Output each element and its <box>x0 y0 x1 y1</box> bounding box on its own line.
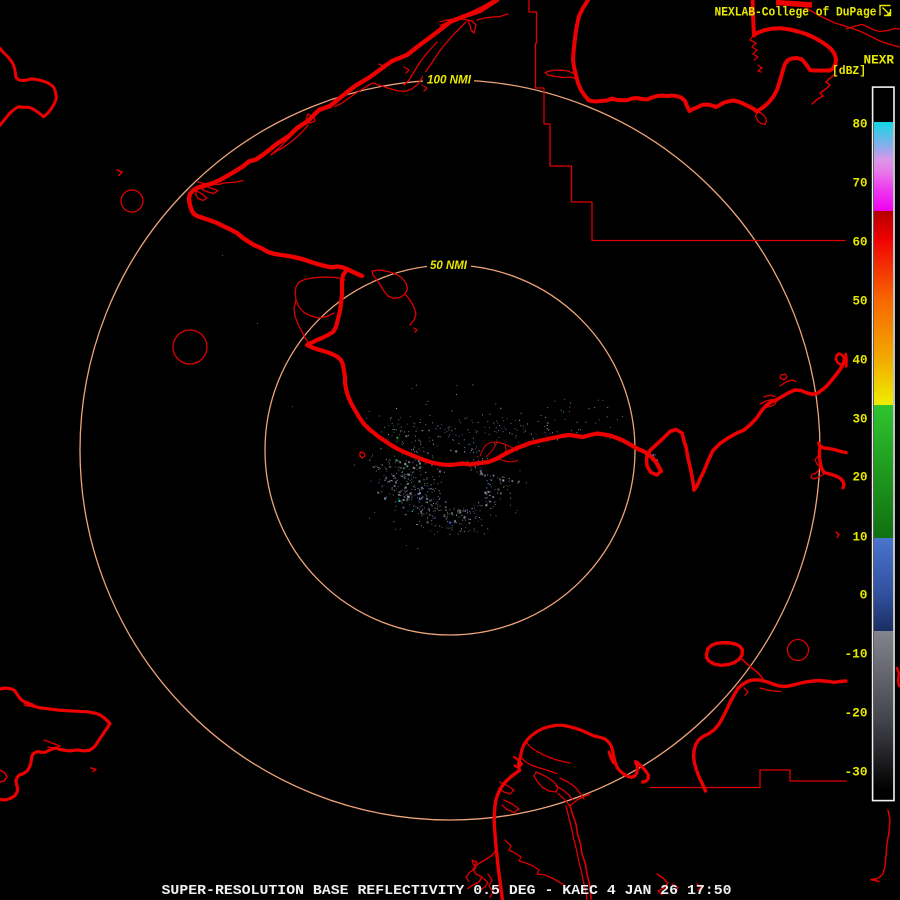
svg-text:NEXLAB-College of DuPage: NEXLAB-College of DuPage <box>715 5 877 20</box>
svg-text:40: 40 <box>853 353 868 367</box>
svg-text:50: 50 <box>853 294 868 308</box>
svg-text:50 NMI: 50 NMI <box>430 260 468 272</box>
svg-text:-10: -10 <box>845 647 868 661</box>
svg-text:-20: -20 <box>845 706 868 720</box>
svg-text:70: 70 <box>853 176 868 190</box>
svg-text:10: 10 <box>853 530 868 544</box>
svg-text:20: 20 <box>853 470 868 484</box>
svg-text:60: 60 <box>853 235 868 249</box>
svg-text:-30: -30 <box>845 765 868 779</box>
svg-text:100 NMI: 100 NMI <box>427 75 472 87</box>
svg-text:0: 0 <box>860 588 868 602</box>
svg-text:30: 30 <box>853 412 868 426</box>
svg-text:SUPER-RESOLUTION BASE REFLECTI: SUPER-RESOLUTION BASE REFLECTIVITY 0.5 D… <box>162 883 732 899</box>
svg-text:NEXR: NEXR <box>864 53 895 68</box>
svg-text:80: 80 <box>853 117 868 131</box>
svg-text:[dBZ]: [dBZ] <box>832 64 866 78</box>
